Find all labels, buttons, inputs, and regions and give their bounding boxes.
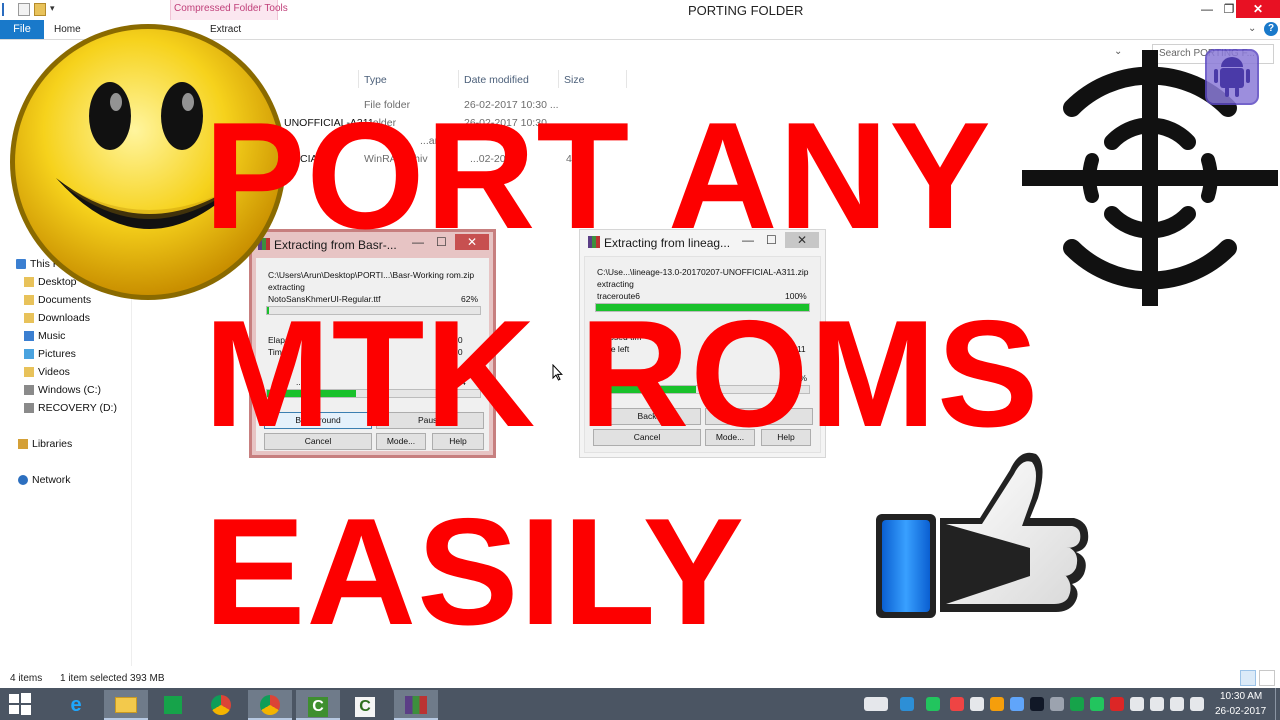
column-separator[interactable] [358, 70, 359, 88]
properties-icon[interactable] [18, 3, 30, 16]
status-selection: 1 item selected 393 MB [60, 673, 165, 684]
nav-label: Windows (C:) [38, 384, 102, 396]
quick-access-toolbar: ▾ [2, 3, 58, 16]
taskbar [0, 688, 1280, 720]
nav-label: Music [38, 330, 66, 342]
folder-icon [24, 313, 34, 323]
column-header-size[interactable]: Size [564, 74, 584, 86]
app-icon [2, 3, 14, 16]
network-icon [18, 475, 28, 485]
nvidia-icon[interactable] [1070, 697, 1084, 711]
nav-label: Libraries [32, 438, 73, 450]
column-separator[interactable] [458, 70, 459, 88]
clock-date[interactable]: 26-02-2017 [1215, 706, 1266, 717]
thumbs-up-icon [876, 452, 1089, 618]
window-title: PORTING FOLDER [688, 3, 804, 18]
status-item-count: 4 items [10, 673, 43, 684]
volume-icon[interactable] [1190, 697, 1204, 711]
context-tab-label: Compressed Folder Tools [174, 3, 288, 14]
nav-item-music[interactable]: Music [24, 328, 65, 344]
nav-label: Pictures [38, 348, 76, 360]
camtasia-icon[interactable]: C [352, 693, 378, 717]
headline-line-3: EASILY [204, 487, 746, 657]
nav-item-libraries[interactable]: Libraries [18, 436, 72, 452]
clock-time[interactable]: 10:30 AM [1220, 691, 1262, 702]
nav-label: Network [32, 474, 71, 486]
column-header-type[interactable]: Type [364, 74, 387, 86]
nav-item-windows-c[interactable]: Windows (C:) [24, 382, 101, 398]
archive-path: C:\Use...\lineage-13.0-20170207-UNOFFICI… [597, 267, 809, 277]
status-bar [0, 668, 1280, 688]
column-separator[interactable] [558, 70, 559, 88]
pictures-icon [24, 349, 34, 359]
close-button[interactable]: ✕ [1236, 0, 1280, 18]
tray-app-icon[interactable] [926, 697, 940, 711]
nav-label: Downloads [38, 312, 90, 324]
nav-label: RECOVERY (D:) [38, 402, 117, 414]
store-icon[interactable] [160, 693, 186, 717]
drive-icon [24, 403, 34, 413]
column-separator[interactable] [626, 70, 627, 88]
winrar-icon [403, 693, 429, 717]
show-desktop-button[interactable] [1275, 688, 1280, 720]
new-folder-icon[interactable] [34, 3, 46, 16]
nav-item-pictures[interactable]: Pictures [24, 346, 76, 362]
android-badge-icon [1205, 49, 1259, 105]
nav-item-recovery-d[interactable]: RECOVERY (D:) [24, 400, 117, 416]
nav-item-network[interactable]: Network [18, 472, 71, 488]
large-icons-view-button[interactable] [1259, 670, 1275, 686]
libraries-icon [18, 439, 28, 449]
nav-item-downloads[interactable]: Downloads [24, 310, 90, 326]
network-tray-icon[interactable] [1170, 697, 1184, 711]
chrome-icon [257, 693, 283, 717]
details-view-button[interactable] [1240, 670, 1256, 686]
file-explorer-icon [113, 693, 139, 717]
column-header-date[interactable]: Date modified [464, 74, 529, 86]
headline-line-2: MTK ROMS [204, 289, 1040, 459]
qat-dropdown-icon[interactable]: ▾ [50, 3, 58, 16]
action-center-icon[interactable] [1130, 697, 1144, 711]
tray-app-icon[interactable] [950, 697, 964, 711]
internet-explorer-icon[interactable]: e [63, 693, 89, 717]
onedrive-icon[interactable] [970, 697, 984, 711]
ribbon-collapse-icon[interactable]: ⌄ [1248, 23, 1256, 34]
nav-item-videos[interactable]: Videos [24, 364, 70, 380]
tray-app-icon[interactable] [1110, 697, 1124, 711]
tray-app-icon[interactable] [1090, 697, 1104, 711]
action-label: extracting [597, 279, 634, 289]
chrome-icon[interactable] [208, 693, 234, 717]
nav-label: Videos [38, 366, 70, 378]
music-icon [24, 331, 34, 341]
headline-line-1: PORT ANY [204, 91, 992, 261]
power-icon[interactable] [1150, 697, 1164, 711]
camtasia-icon: C [305, 693, 331, 717]
tray-app-icon[interactable] [990, 697, 1004, 711]
screen: ▾ Compressed Folder Tools PORTING FOLDER… [0, 0, 1280, 720]
tray-app-icon[interactable] [1030, 697, 1044, 711]
folder-icon [24, 367, 34, 377]
tray-app-icon[interactable] [900, 697, 914, 711]
drive-icon [24, 385, 34, 395]
archive-path: C:\Users\Arun\Desktop\PORTI...\Basr-Work… [268, 270, 475, 280]
tray-app-icon[interactable] [1050, 697, 1064, 711]
keyboard-icon[interactable] [864, 697, 888, 711]
help-icon[interactable]: ? [1264, 22, 1278, 36]
tray-app-icon[interactable] [1010, 697, 1024, 711]
windows-start-icon[interactable] [8, 692, 32, 716]
